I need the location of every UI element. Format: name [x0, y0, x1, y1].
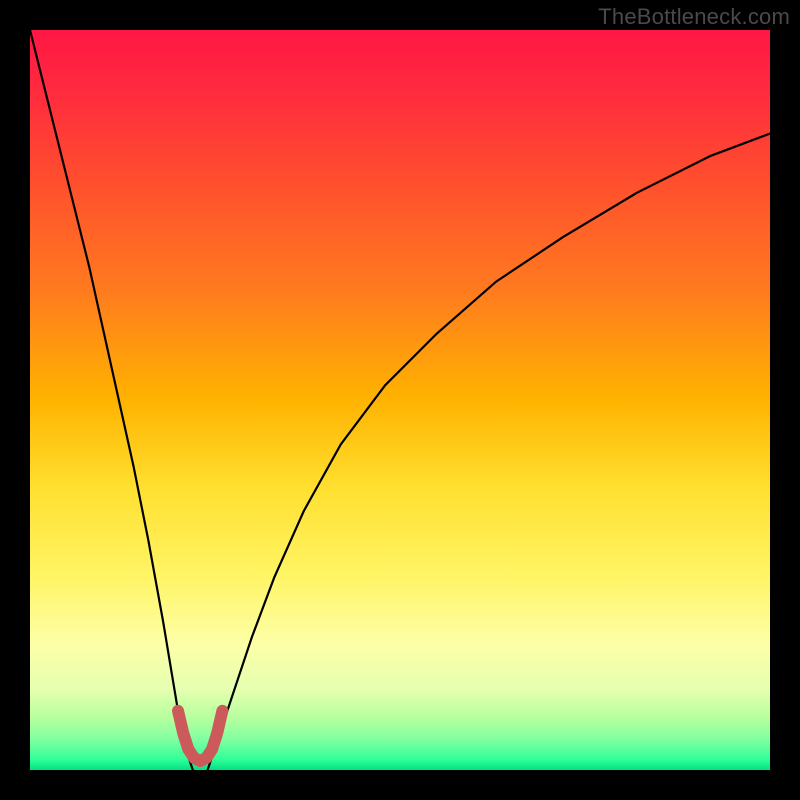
chart-container: TheBottleneck.com [0, 0, 800, 800]
bottleneck-chart [0, 0, 800, 800]
watermark-text: TheBottleneck.com [598, 4, 790, 30]
chart-gradient-bg [30, 30, 770, 770]
